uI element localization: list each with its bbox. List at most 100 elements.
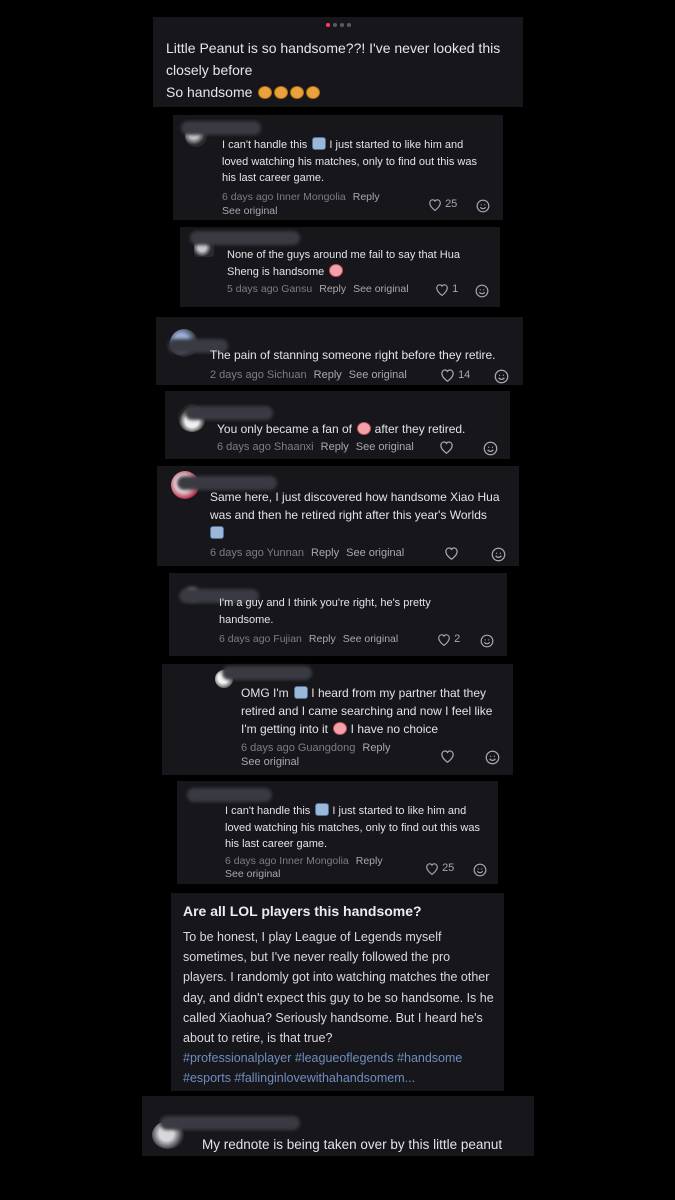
laughing-face-icon bbox=[290, 86, 305, 99]
username-blurred bbox=[222, 666, 312, 680]
crying-face-icon bbox=[210, 526, 224, 539]
emoji-react-button[interactable] bbox=[480, 632, 494, 648]
post-text: Little Peanut is so handsome??! I've nev… bbox=[166, 37, 511, 103]
comment-meta: 6 days ago Shaanxi Reply See original bbox=[217, 441, 414, 453]
username-blurred bbox=[185, 406, 273, 420]
page-dot bbox=[332, 22, 337, 27]
see-original-button[interactable]: See original bbox=[241, 755, 299, 769]
comment-card: I can't handle this I just started to li… bbox=[173, 115, 503, 220]
see-original-button[interactable]: See original bbox=[222, 204, 277, 218]
comment-text: I can't handle this I just started to li… bbox=[225, 803, 480, 850]
like-button[interactable]: 14 bbox=[440, 368, 471, 383]
pig-face-icon bbox=[333, 722, 348, 735]
comment-meta: 6 days ago Yunnan Reply See original bbox=[210, 547, 405, 559]
see-original-button[interactable]: See original bbox=[343, 633, 398, 645]
see-original-button[interactable]: See original bbox=[346, 547, 404, 559]
smiley-icon bbox=[480, 634, 494, 648]
heart-icon bbox=[445, 547, 458, 561]
page-dot-active bbox=[325, 22, 330, 27]
post-line-1: Little Peanut is so handsome??! I've nev… bbox=[166, 40, 501, 78]
see-original-button[interactable]: See original bbox=[225, 867, 280, 881]
like-count: 1 bbox=[452, 283, 459, 295]
crying-face-icon bbox=[315, 803, 330, 816]
see-original-button[interactable]: See original bbox=[356, 441, 414, 453]
comment-meta: 6 days ago Inner Mongolia Reply bbox=[222, 191, 380, 203]
page-dot bbox=[346, 22, 351, 27]
reply-button[interactable]: Reply bbox=[311, 547, 339, 559]
reply-button[interactable]: Reply bbox=[353, 191, 380, 203]
comment-card: Same here, I just discovered how handsom… bbox=[157, 466, 519, 566]
comment-meta: 6 days ago Inner Mongolia Reply bbox=[225, 855, 383, 867]
post-card: Little Peanut is so handsome??! I've nev… bbox=[153, 17, 523, 107]
comment-meta: 5 days ago Gansu Reply See original bbox=[227, 283, 409, 295]
emoji-react-button[interactable] bbox=[476, 197, 490, 213]
emoji-react-button[interactable] bbox=[483, 440, 498, 456]
like-count: 25 bbox=[445, 198, 458, 210]
reply-button[interactable]: Reply bbox=[319, 283, 346, 295]
page-dot bbox=[339, 22, 344, 27]
like-button[interactable]: 25 bbox=[425, 861, 454, 875]
smiley-icon bbox=[475, 284, 489, 298]
laughing-face-icon bbox=[306, 86, 321, 99]
heart-icon bbox=[441, 369, 454, 383]
comment-card: None of the guys around me fail to say t… bbox=[180, 227, 500, 307]
emoji-react-button[interactable] bbox=[485, 749, 500, 765]
comment-text: OMG I'm I heard from my partner that the… bbox=[241, 686, 493, 736]
emoji-react-button[interactable] bbox=[475, 282, 489, 298]
see-original-button[interactable]: See original bbox=[349, 369, 407, 381]
like-button[interactable] bbox=[444, 546, 459, 561]
smiley-icon bbox=[473, 863, 487, 877]
comment-card: The pain of stanning someone right befor… bbox=[156, 317, 523, 385]
like-button[interactable] bbox=[440, 749, 455, 764]
comment-text: I'm a guy and I think you're right, he's… bbox=[219, 597, 431, 626]
hashtags[interactable]: #professionalplayer #leagueoflegends #ha… bbox=[183, 1051, 462, 1085]
heart-icon bbox=[438, 633, 450, 646]
smiley-icon bbox=[483, 441, 498, 456]
comment-text: The pain of stanning someone right befor… bbox=[210, 348, 496, 362]
like-button[interactable]: 1 bbox=[435, 282, 458, 296]
username-blurred bbox=[160, 1116, 300, 1130]
laughing-face-icon bbox=[274, 86, 289, 99]
emoji-react-button[interactable] bbox=[491, 546, 506, 562]
smiley-icon bbox=[485, 750, 500, 765]
see-original-button[interactable]: See original bbox=[353, 283, 408, 295]
emoji-react-button[interactable] bbox=[494, 368, 509, 384]
smiley-icon bbox=[491, 547, 506, 562]
page-indicator bbox=[153, 22, 523, 28]
comment-meta: 6 days ago Fujian Reply See original bbox=[219, 633, 399, 645]
username-blurred bbox=[190, 231, 300, 245]
reply-button[interactable]: Reply bbox=[314, 369, 342, 381]
like-button[interactable]: 2 bbox=[437, 632, 460, 646]
like-count: 14 bbox=[458, 369, 471, 381]
heart-icon bbox=[436, 283, 448, 296]
comment-text: You only became a fan of after they reti… bbox=[217, 422, 466, 436]
like-button[interactable]: 25 bbox=[428, 197, 457, 211]
smiley-icon bbox=[494, 369, 509, 384]
comment-card: My rednote is being taken over by this l… bbox=[142, 1096, 534, 1156]
laughing-face-icon bbox=[258, 86, 273, 99]
reply-button[interactable]: Reply bbox=[362, 742, 390, 754]
comment-text: I can't handle this I just started to li… bbox=[222, 137, 477, 184]
topic-body: To be honest, I play League of Legends m… bbox=[183, 930, 494, 1086]
emoji-react-button[interactable] bbox=[473, 861, 487, 877]
username-blurred bbox=[181, 121, 261, 135]
comment-meta: 6 days ago Guangdong Reply bbox=[241, 742, 391, 754]
reply-button[interactable]: Reply bbox=[321, 441, 349, 453]
like-count: 2 bbox=[454, 633, 461, 645]
heart-icon bbox=[429, 198, 441, 211]
like-button[interactable] bbox=[439, 440, 454, 455]
pig-face-icon bbox=[329, 263, 344, 277]
comment-text: My rednote is being taken over by this l… bbox=[202, 1137, 503, 1152]
crying-face-icon bbox=[312, 137, 327, 150]
comment-card: OMG I'm I heard from my partner that the… bbox=[162, 664, 513, 775]
heart-icon bbox=[440, 441, 453, 455]
comment-card: You only became a fan of after they reti… bbox=[165, 391, 510, 459]
smiley-icon bbox=[476, 199, 490, 213]
reply-button[interactable]: Reply bbox=[309, 633, 336, 645]
like-count: 25 bbox=[442, 862, 455, 874]
topic-title: Are all LOL players this handsome? bbox=[183, 903, 422, 919]
topic-card: Are all LOL players this handsome? To be… bbox=[171, 893, 504, 1091]
comment-text: Same here, I just discovered how handsom… bbox=[210, 488, 510, 542]
username-blurred bbox=[187, 788, 272, 802]
reply-button[interactable]: Reply bbox=[356, 855, 383, 867]
